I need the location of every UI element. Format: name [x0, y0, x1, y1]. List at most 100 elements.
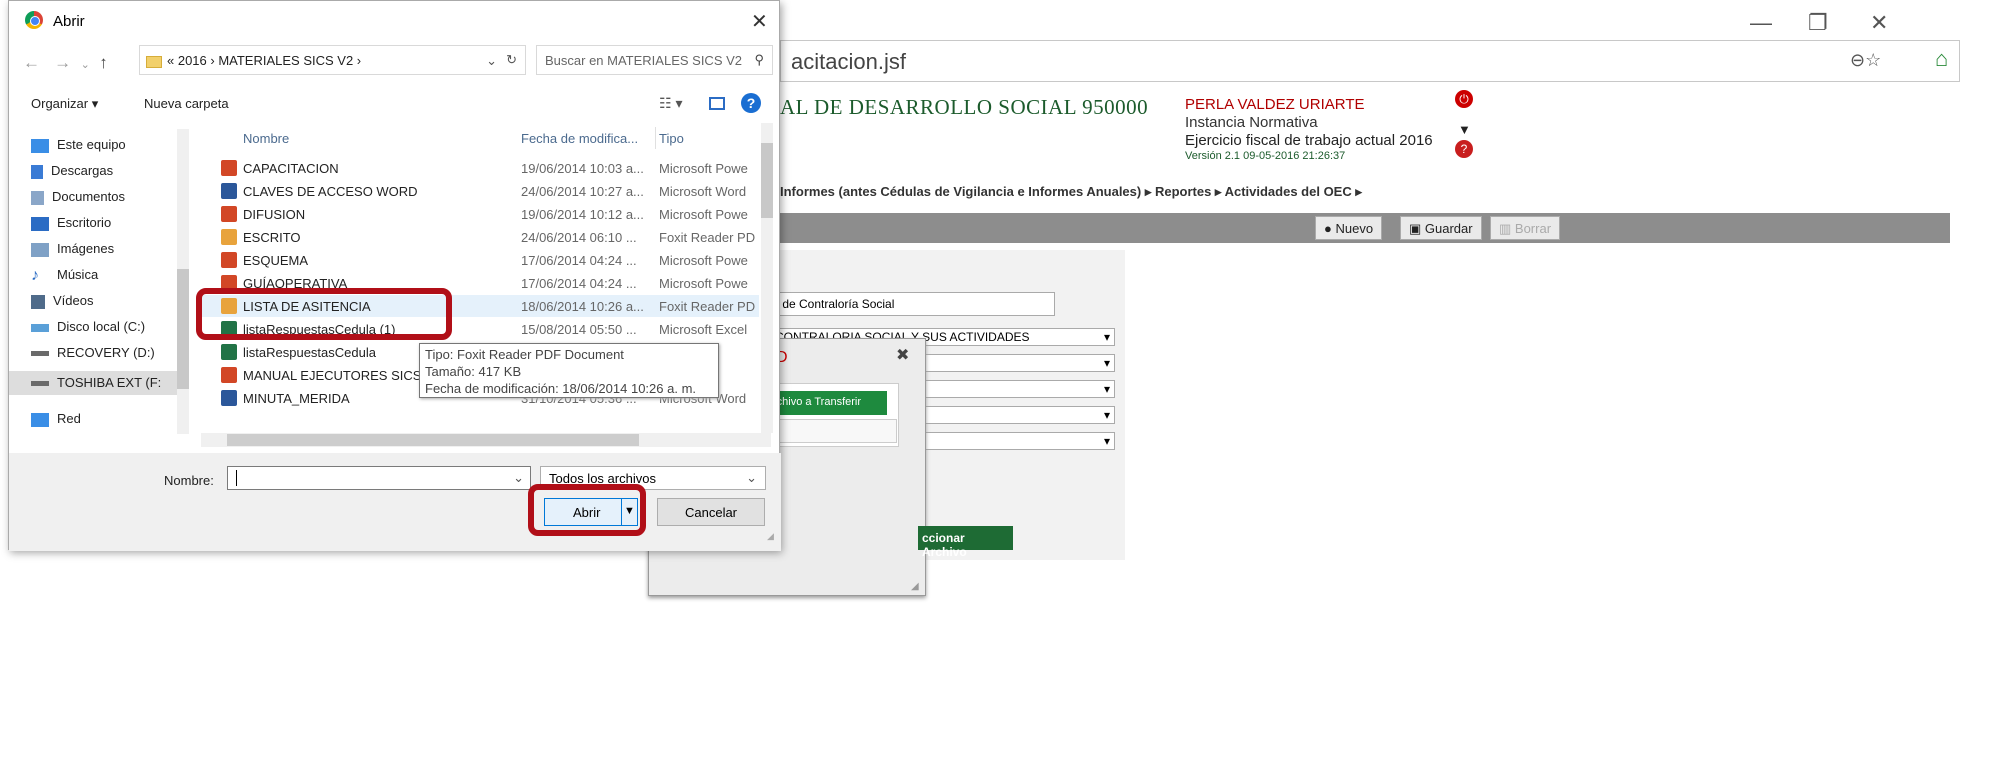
address-bar[interactable]: acitacion.jsf [780, 40, 1960, 82]
tooltip-modified: Fecha de modificación: 18/06/2014 10:26 … [425, 381, 697, 396]
network-icon [31, 412, 49, 427]
file-list-scrollbar-thumb[interactable] [761, 143, 773, 218]
file-date: 24/06/2014 06:10 ... [521, 230, 637, 245]
video-icon [31, 294, 45, 309]
sidebar-item-music[interactable]: ♪ Música [31, 267, 98, 283]
sidebar-item-label: Escritorio [57, 215, 112, 230]
organize-menu[interactable]: Organizar ▾ [31, 96, 98, 112]
word-file-icon [221, 390, 237, 406]
file-row[interactable]: ESQUEMA 17/06/2014 04:24 ... Microsoft Pow… [199, 249, 759, 271]
file-type: Microsoft Powe [659, 161, 748, 176]
computer-icon [31, 138, 49, 153]
sidebar-item-label: RECOVERY (D:) [57, 345, 155, 360]
download-icon [31, 164, 43, 179]
new-folder-button[interactable]: Nueva carpeta [144, 96, 229, 111]
chevron-down-icon[interactable]: ⌄ [513, 470, 524, 486]
folder-icon [146, 55, 162, 68]
sidebar-item-documents[interactable]: Documentos [31, 189, 125, 205]
breadcrumb[interactable]: « 2016 › MATERIALES SICS V2 › ⌄ ↻ [139, 45, 526, 75]
search-input[interactable]: Buscar en MATERIALES SICS V2 ⚲ [536, 45, 773, 75]
sidebar-item-label: Red [57, 411, 81, 426]
main-menu[interactable]: Informes (antes Cédulas de Vigilancia e … [780, 184, 1362, 200]
sidebar-item-label: Imágenes [57, 241, 115, 256]
close-icon[interactable]: ✕ [751, 9, 768, 34]
transfer-file-button[interactable]: rchivo a Transferir [769, 391, 887, 415]
file-tooltip: Tipo: Foxit Reader PDF Document Tamaño: … [419, 343, 719, 398]
file-date: 19/06/2014 10:03 a... [521, 161, 644, 176]
help-red-icon[interactable]: ? [1455, 140, 1473, 158]
file-type: Microsoft Powe [659, 253, 748, 268]
refresh-icon[interactable]: ↻ [506, 52, 517, 68]
save-button[interactable]: ▣ Guardar [1400, 216, 1482, 240]
zoom-icon[interactable]: ⊖☆ [1850, 50, 1881, 71]
column-header-date[interactable]: Fecha de modifica... [521, 131, 638, 146]
delete-button[interactable]: ▥ Borrar [1490, 216, 1561, 240]
minimize-icon[interactable]: — [1750, 10, 1772, 36]
filename-label: Nombre: [164, 473, 214, 488]
file-name: ESQUEMA [243, 253, 309, 268]
new-button[interactable]: ● Nuevo [1315, 216, 1383, 240]
sidebar-item-network[interactable]: Red [31, 411, 81, 427]
music-icon: ♪ [31, 266, 39, 284]
sidebar-item-pictures[interactable]: Imágenes [31, 241, 114, 257]
file-name: CLAVES DE ACCESO WORD [243, 184, 418, 199]
column-header-name[interactable]: Nombre [243, 131, 289, 146]
chevron-down-icon: ▾ [1103, 330, 1110, 344]
chevron-down-icon: ⌄ [746, 470, 757, 485]
user-fiscal-year: Ejercicio fiscal de trabajo actual 2016 [1185, 132, 1433, 149]
file-row[interactable]: DIFUSION 19/06/2014 10:12 a... Microsoft P… [199, 203, 759, 225]
sidebar-item-label: Vídeos [53, 293, 94, 308]
sidebar-item-label: TOSHIBA EXT (F: [57, 375, 162, 390]
restore-icon[interactable]: ❐ [1808, 10, 1828, 36]
sidebar-item-recovery-d[interactable]: RECOVERY (D:) [31, 345, 155, 360]
cancel-button[interactable]: Cancelar [657, 498, 765, 526]
back-arrow-icon[interactable]: ← [23, 53, 40, 72]
open-file-dialog: Abrir ✕ ← → ⌄ ↑ « 2016 › MATERIALES SICS… [8, 0, 781, 551]
highlight-open-button [528, 484, 646, 536]
file-row[interactable]: CAPACITACION 19/06/2014 10:03 a... Microso… [199, 157, 759, 179]
user-instance: Instancia Normativa [1185, 114, 1318, 131]
file-type: Microsoft Word [659, 184, 747, 199]
sidebar-item-this-pc[interactable]: Este equipo [31, 137, 126, 153]
view-options-icon[interactable]: ☷ ▾ [659, 95, 682, 112]
file-name: DIFUSION [243, 207, 306, 222]
file-name: MANUAL EJECUTORES SICS [243, 368, 422, 383]
column-divider[interactable] [655, 127, 656, 149]
chevron-down-icon[interactable]: ⌄ [486, 53, 497, 69]
toolbar: ● Nuevo ▣ Guardar ▥ Borrar [770, 213, 1950, 243]
file-type: Foxit Reader PD [659, 230, 756, 245]
sidebar-item-toshiba-f[interactable]: TOSHIBA EXT (F: [9, 371, 177, 395]
resize-grip-icon[interactable]: ◢ [767, 531, 774, 542]
file-row[interactable]: CLAVES DE ACCESO WORD 24/06/2014 10:27 a.… [199, 180, 759, 202]
user-name: PERLA VALDEZ URIARTE [1185, 96, 1365, 113]
chevron-down-icon: ▾ [1103, 356, 1110, 370]
filename-input[interactable]: ⌄ [227, 466, 531, 490]
home-icon[interactable]: ⌂ [1935, 46, 1948, 72]
up-arrow-icon[interactable]: ↑ [99, 53, 108, 72]
dropdown-icon[interactable]: ▼ [1458, 122, 1471, 137]
file-date: 19/06/2014 10:12 a... [521, 207, 644, 222]
resize-grip-icon[interactable]: ◢ [911, 581, 919, 592]
subdialog-close-icon[interactable]: ✖ [896, 345, 909, 365]
dialog-title: Abrir [53, 13, 85, 30]
column-header-type[interactable]: Tipo [659, 131, 684, 146]
program-field[interactable]: r de Contraloría Social [770, 292, 1055, 316]
forward-arrow-icon[interactable]: → [54, 53, 71, 72]
sidebar-item-videos[interactable]: Vídeos [31, 293, 93, 309]
preview-pane-icon[interactable] [709, 97, 725, 110]
close-window-icon[interactable]: ✕ [1870, 10, 1888, 36]
sidebar-item-downloads[interactable]: Descargas [31, 163, 113, 179]
help-icon[interactable]: ? [741, 93, 761, 113]
file-row[interactable]: ESCRITO 24/06/2014 06:10 ... Foxit Reader … [199, 226, 759, 248]
powerpoint-file-icon [221, 206, 237, 222]
select-file-button[interactable]: ccionar Archivo [918, 526, 1013, 559]
address-text: acitacion.jsf [791, 49, 906, 74]
text-cursor [236, 470, 237, 486]
sidebar-item-desktop[interactable]: Escritorio [31, 215, 111, 231]
power-icon[interactable]: ⏻ [1455, 90, 1473, 108]
recent-chevron-icon[interactable]: ⌄ [81, 59, 90, 71]
sidebar-scrollbar-thumb[interactable] [177, 269, 189, 389]
sidebar-item-disk-c[interactable]: Disco local (C:) [31, 319, 145, 334]
horizontal-scrollbar-thumb[interactable] [227, 434, 639, 446]
powerpoint-file-icon [221, 160, 237, 176]
